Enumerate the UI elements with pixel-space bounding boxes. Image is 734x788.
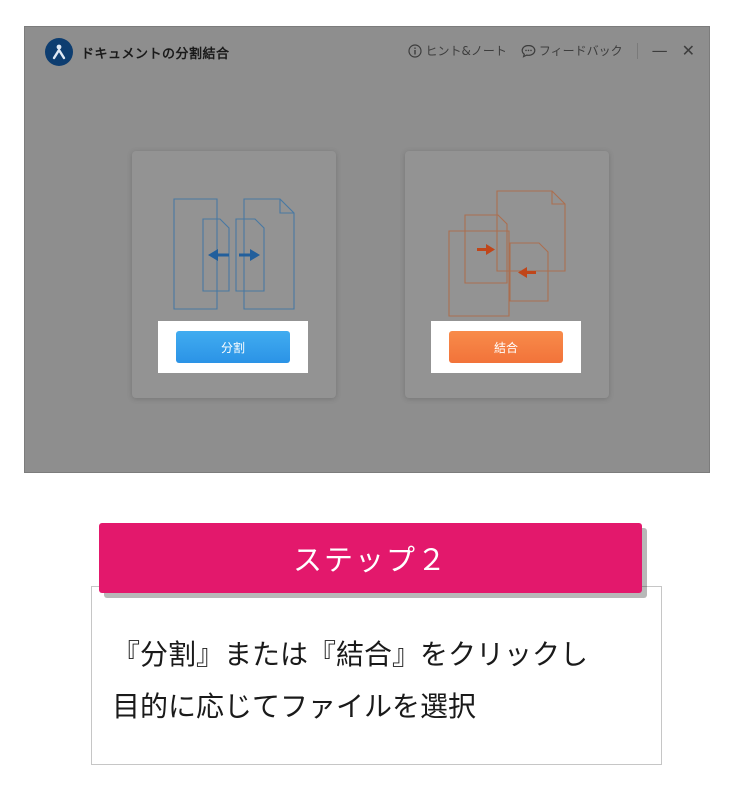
tutorial-page: ドキュメントの分割結合 ヒント&ノート フィードバック — ✕ 分割 結合 ステ…: [0, 0, 734, 788]
minimize-button[interactable]: —: [652, 42, 668, 59]
feedback-label: フィードバック: [538, 44, 623, 58]
app-logo-icon: [45, 38, 73, 66]
merge-card[interactable]: 結合: [405, 151, 609, 398]
split-card[interactable]: 分割: [132, 151, 336, 398]
app-title: ドキュメントの分割結合: [81, 47, 230, 62]
title-actions: ヒント&ノート フィードバック — ✕: [408, 42, 695, 59]
app-window: ドキュメントの分割結合 ヒント&ノート フィードバック — ✕ 分割 結合: [24, 26, 710, 473]
close-button[interactable]: ✕: [682, 42, 695, 59]
split-button-highlight: 分割: [158, 321, 308, 373]
step-label: ステップ２: [292, 543, 448, 577]
instruction-line-2: 目的に応じてファイルを選択: [112, 690, 477, 723]
instruction-line-1: 『分割』または『結合』をクリックし: [112, 638, 589, 671]
title-divider: [636, 42, 638, 59]
instruction-box: 『分割』または『結合』をクリックし 目的に応じてファイルを選択: [91, 586, 662, 765]
merge-button[interactable]: 結合: [449, 331, 563, 363]
chat-bubble-icon: [521, 44, 536, 58]
split-button[interactable]: 分割: [176, 331, 290, 363]
hint-link[interactable]: ヒント&ノート: [408, 42, 507, 59]
title-bar: ドキュメントの分割結合 ヒント&ノート フィードバック — ✕: [25, 27, 709, 77]
hint-label: ヒント&ノート: [425, 44, 507, 58]
feedback-link[interactable]: フィードバック: [521, 42, 623, 59]
split-documents-icon: [173, 198, 295, 310]
merge-button-highlight: 結合: [431, 321, 581, 373]
step-banner: ステップ２: [99, 523, 642, 593]
info-icon: [408, 43, 423, 58]
merge-documents-icon: [448, 190, 566, 317]
